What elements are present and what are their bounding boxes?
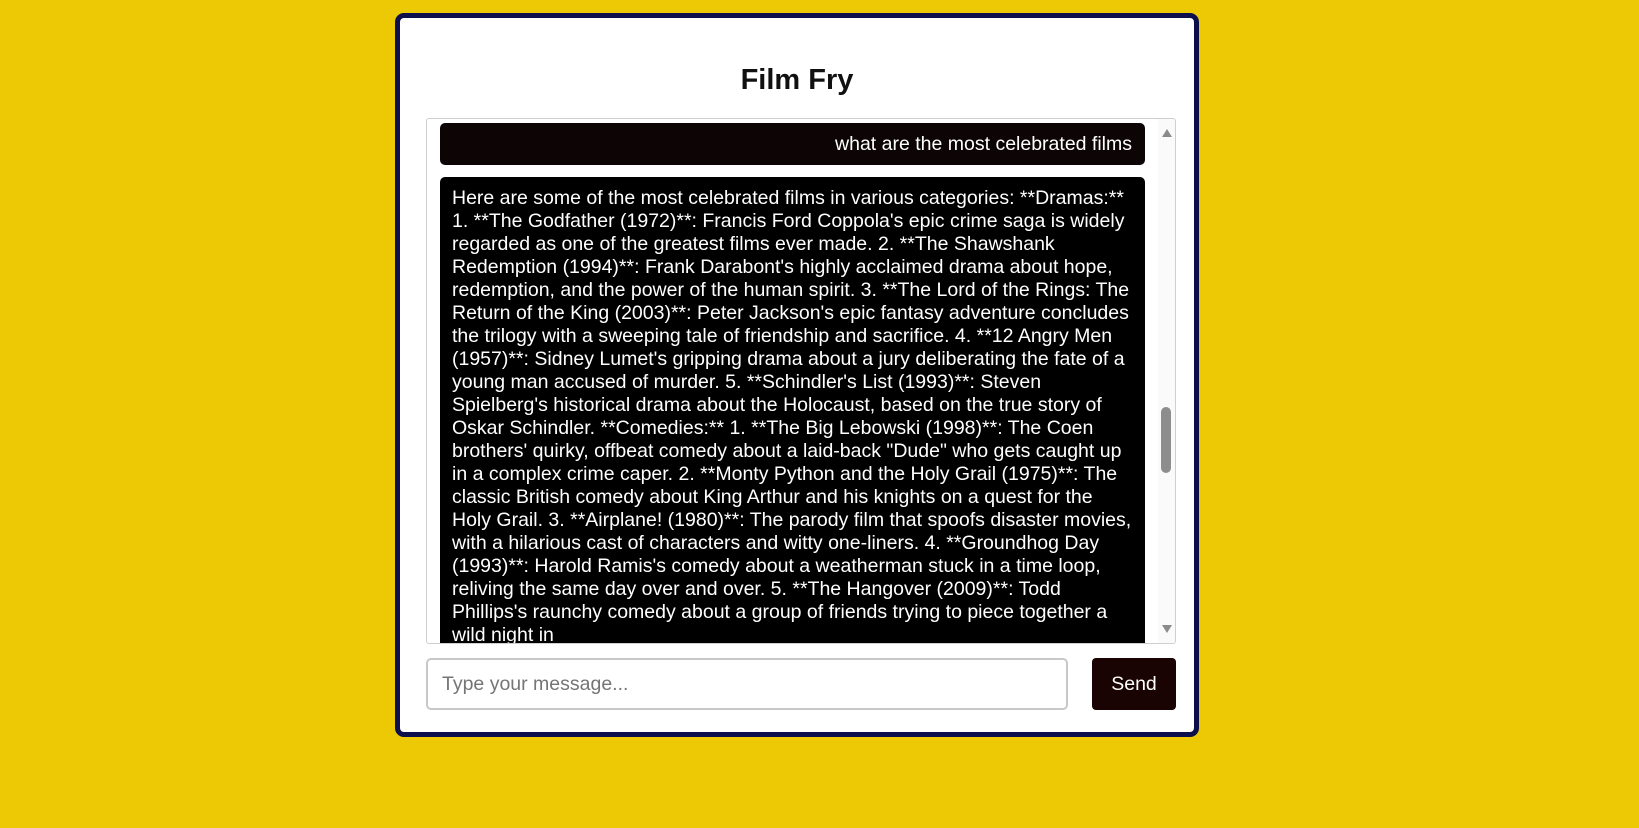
- assistant-message: Here are some of the most celebrated fil…: [440, 177, 1145, 644]
- scroll-down-arrow-icon[interactable]: [1162, 625, 1172, 633]
- message-input[interactable]: [426, 658, 1068, 710]
- scroll-up-arrow-icon[interactable]: [1162, 129, 1172, 137]
- assistant-message-text: Here are some of the most celebrated fil…: [452, 187, 1132, 644]
- chat-card: Film Fry what are the most celebrated fi…: [395, 13, 1199, 737]
- chat-scrollbar[interactable]: [1158, 119, 1175, 643]
- user-message-text: what are the most celebrated films: [835, 133, 1132, 155]
- scrollbar-thumb[interactable]: [1161, 407, 1171, 473]
- user-message: what are the most celebrated films: [440, 123, 1145, 165]
- chat-messages-panel[interactable]: what are the most celebrated films Here …: [426, 118, 1176, 644]
- send-button[interactable]: Send: [1092, 658, 1176, 710]
- page-title: Film Fry: [740, 64, 854, 96]
